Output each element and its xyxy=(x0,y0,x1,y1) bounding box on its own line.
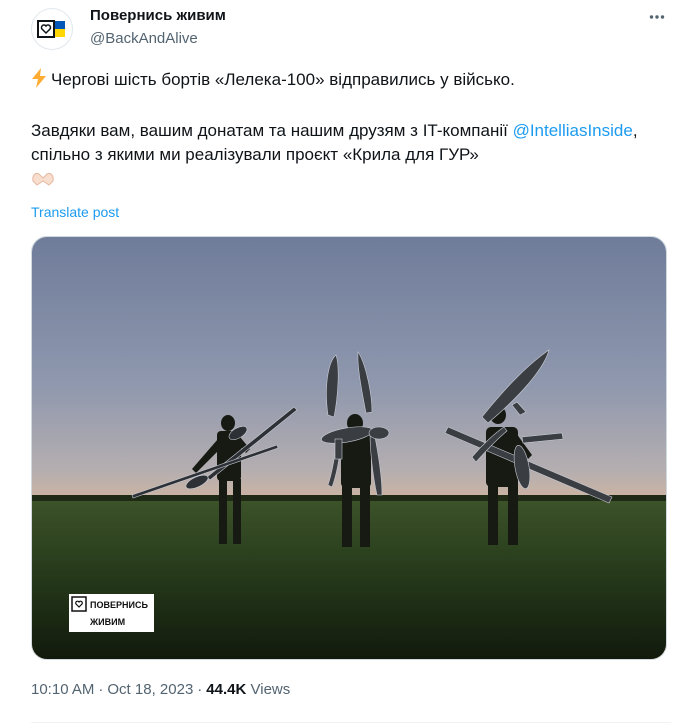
meta-separator: · xyxy=(98,681,104,698)
tweet-paragraph-2: Завдяки вам, вашим донатам та нашим друз… xyxy=(31,119,671,167)
tweet-time[interactable]: 10:10 AM xyxy=(31,681,94,698)
more-icon xyxy=(649,15,665,19)
heart-flag-logo-icon xyxy=(37,20,65,38)
mention-link[interactable]: @IntelliasInside xyxy=(513,121,633,140)
translate-post-link[interactable]: Translate post xyxy=(31,204,119,220)
tweet-paragraph-1: Чергові шість бортів «Лелека-100» відпра… xyxy=(31,68,671,95)
author-handle[interactable]: @BackAndAlive xyxy=(90,30,198,47)
tweet-paragraph-3 xyxy=(31,167,671,195)
author-name[interactable]: Повернись живим xyxy=(90,7,226,24)
tweet-meta: 10:10 AM · Oct 18, 2023 · 44.4K Views xyxy=(31,681,290,698)
tweet-line-2-before: Завдяки вам, вашим донатам та нашим друз… xyxy=(31,121,513,140)
tweet-photo[interactable]: ПОВЕРНИСЬ ЖИВИМ xyxy=(31,236,667,660)
avatar[interactable] xyxy=(31,8,73,50)
tweet-date[interactable]: Oct 18, 2023 xyxy=(107,681,193,698)
views-count: 44.4K xyxy=(206,681,247,698)
watermark-logo: ПОВЕРНИСЬ ЖИВИМ xyxy=(69,594,154,632)
divider xyxy=(31,722,671,723)
tweet-text: Чергові шість бортів «Лелека-100» відпра… xyxy=(31,68,671,195)
heart-hands-icon xyxy=(31,168,55,195)
watermark-line-2: ЖИВИМ xyxy=(89,617,125,627)
views-label: Views xyxy=(250,681,291,698)
more-button[interactable] xyxy=(643,3,671,31)
lightning-bolt-icon xyxy=(31,68,47,95)
tweet-line-1: Чергові шість бортів «Лелека-100» відпра… xyxy=(51,70,515,89)
watermark-line-1: ПОВЕРНИСЬ xyxy=(90,600,148,610)
meta-separator-2: · xyxy=(197,681,203,698)
tweet: Повернись живим @BackAndAlive Чергові ші… xyxy=(0,0,691,727)
